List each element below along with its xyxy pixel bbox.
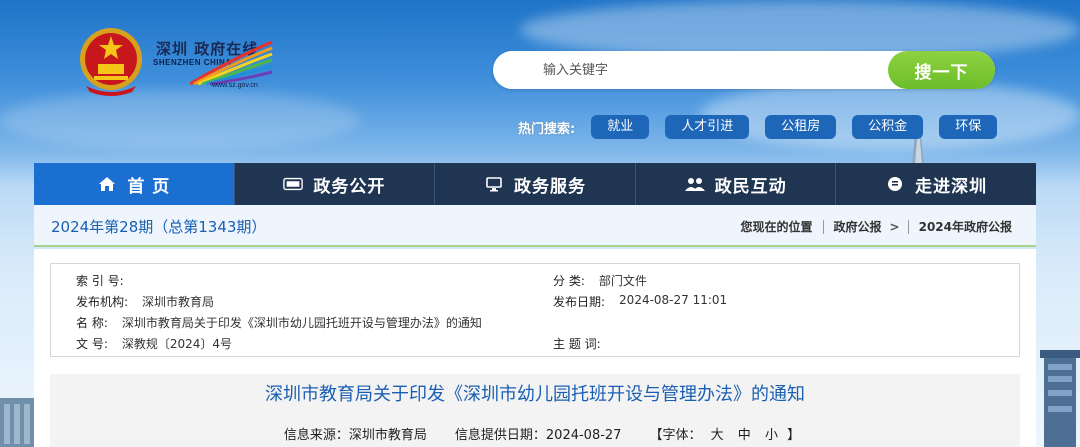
nav-label: 政民互动 [714, 176, 787, 197]
content-area: 索 引 号: 分 类: 部门文件 发布机构: 深圳市教育局 发布日期: 2024… [34, 249, 1036, 447]
hot-tag-jobs[interactable]: 就业 [591, 115, 650, 139]
meta-doc-no: 文 号: 深教规〔2024〕4号 [76, 335, 232, 352]
speech-icon [885, 175, 905, 193]
meta-key: 索 引 号: [76, 274, 124, 288]
breadcrumb-link-2024[interactable]: 2024年政府公报 [919, 218, 1012, 235]
logo-url: www.sz.gov.cn [212, 82, 258, 89]
people-icon [684, 175, 705, 193]
font-size-close: 】 [787, 428, 801, 443]
article-title: 深圳市教育局关于印发《深圳市幼儿园托班开设与管理办法》的通知 [265, 384, 805, 405]
meta-value: 部门文件 [598, 274, 647, 288]
nav-label: 政务公开 [313, 176, 386, 197]
meta-value: 2024-08-27 11:01 [619, 293, 728, 307]
logo-ribbon-icon [190, 40, 273, 86]
hot-tag-fund[interactable]: 公积金 [852, 115, 924, 139]
meta-index-no: 索 引 号: [76, 272, 138, 289]
hot-tag-environment[interactable]: 环保 [939, 115, 998, 139]
hot-tag-housing[interactable]: 公租房 [765, 115, 837, 139]
meta-subject: 主 题 词: [553, 335, 615, 352]
nav-item-about-shenzhen[interactable]: 走进深圳 [836, 163, 1036, 205]
meta-publisher: 发布机构: 深圳市教育局 [76, 293, 214, 310]
cloud [0, 90, 360, 150]
meta-category: 分 类: 部门文件 [553, 272, 647, 289]
breadcrumb-link-gazette[interactable]: 政府公报 [834, 218, 882, 235]
main-nav: 首 页 政务公开 政务服务 政民互动 走进深圳 [34, 163, 1036, 205]
nav-item-interaction[interactable]: 政民互动 [635, 163, 837, 205]
breadcrumb-divider [907, 219, 909, 234]
document-meta: 索 引 号: 分 类: 部门文件 发布机构: 深圳市教育局 发布日期: 2024… [50, 263, 1020, 357]
meta-key: 发布日期: [553, 295, 606, 309]
search-button[interactable]: 搜一下 [888, 51, 995, 89]
search-input[interactable] [509, 51, 879, 89]
monitor-icon [484, 175, 504, 193]
font-size-large[interactable]: 大 [711, 428, 724, 443]
font-size-medium[interactable]: 中 [738, 428, 751, 443]
national-emblem [80, 28, 142, 96]
meta-value: 深圳市教育局 [142, 295, 215, 309]
font-size-control: 【字体： 大 中 小 】 [649, 424, 800, 443]
tower-decoration [1040, 350, 1080, 447]
shenzhen-logo[interactable]: 深圳 政府在线 SHENZHEN CHINA www.sz.gov.cn [150, 36, 275, 96]
article-date: 信息提供日期：2024-08-27 [454, 428, 622, 443]
hot-search-label: 热门搜索: [518, 121, 576, 137]
hot-search: 热门搜索: 就业 人才引进 公租房 公积金 环保 [518, 114, 1013, 140]
article-info: 信息来源：深圳市教育局 信息提供日期：2024-08-27 【字体： 大 中 小… [50, 424, 1020, 443]
tower-decoration [0, 398, 36, 447]
hot-tag-talent[interactable]: 人才引进 [665, 115, 750, 139]
article-header: 深圳市教育局关于印发《深圳市幼儿园托班开设与管理办法》的通知 信息来源：深圳市教… [50, 374, 1020, 447]
nav-label: 首 页 [127, 176, 171, 197]
home-icon [97, 175, 117, 193]
search-box: 搜一下 [493, 51, 995, 89]
news-icon [283, 175, 304, 193]
meta-key: 主 题 词: [553, 337, 601, 351]
issue-title: 2024年第28期（总第1343期） [51, 218, 267, 236]
meta-key: 发布机构: [76, 295, 129, 309]
breadcrumb-divider [822, 219, 824, 234]
nav-label: 政务服务 [513, 176, 586, 197]
meta-publish-date: 发布日期: 2024-08-27 11:01 [553, 293, 727, 310]
meta-key: 分 类: [553, 274, 585, 288]
nav-item-gov-affairs[interactable]: 政务公开 [234, 163, 436, 205]
meta-key: 名 称: [76, 316, 108, 330]
breadcrumb-bar: 2024年第28期（总第1343期） 您现在的位置 政府公报 > 2024年政府… [34, 205, 1036, 247]
meta-key: 文 号: [76, 337, 108, 351]
breadcrumb-location-label: 您现在的位置 [740, 220, 813, 234]
nav-item-gov-services[interactable]: 政务服务 [435, 163, 636, 205]
meta-name: 名 称: 深圳市教育局关于印发《深圳市幼儿园托班开设与管理办法》的通知 [76, 314, 482, 331]
nav-item-home[interactable]: 首 页 [34, 163, 235, 205]
nav-label: 走进深圳 [915, 176, 988, 197]
breadcrumb-arrow-icon: > [889, 219, 900, 234]
meta-value: 深圳市教育局关于印发《深圳市幼儿园托班开设与管理办法》的通知 [121, 316, 482, 330]
breadcrumb: 您现在的位置 政府公报 > 2024年政府公报 [740, 218, 1012, 235]
font-size-label: 【字体： [649, 428, 702, 443]
font-size-small[interactable]: 小 [765, 428, 778, 443]
meta-value: 深教规〔2024〕4号 [121, 337, 233, 351]
article-source: 信息来源：深圳市教育局 [283, 428, 427, 443]
